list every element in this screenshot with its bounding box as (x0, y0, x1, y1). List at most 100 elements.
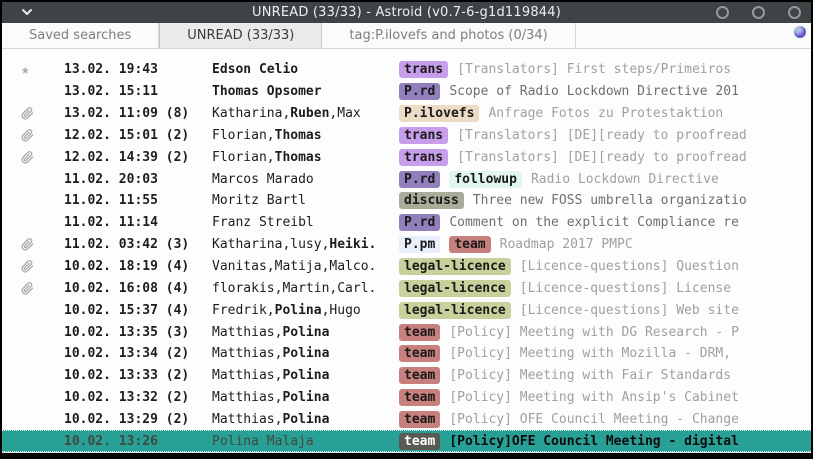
thread-row[interactable]: 10.02. 13:32 (2)Matthias,Polinateam[Poli… (2, 387, 811, 409)
thread-row[interactable]: 10.02. 13:34 (2)Matthias,Polinateam[Poli… (2, 343, 811, 365)
thread-row[interactable]: 10.02. 18:19 (4)Vanitas,Matija,Malco.leg… (2, 256, 811, 278)
paperclip-icon (2, 151, 46, 164)
tab-unread-33-33[interactable]: UNREAD (33/33) (159, 23, 322, 48)
thread-row[interactable]: 13.02. 15:11Thomas OpsomerP.rdScope of R… (2, 81, 811, 103)
thread-row[interactable]: 10.02. 13:29 (2)Matthias,Polinateam[Poli… (2, 409, 811, 431)
tag-chip-legal-licence: legal-licence (399, 280, 511, 297)
paperclip-icon (2, 107, 46, 120)
thread-date: 11.02. 11:14 (46, 215, 212, 230)
star-icon: ★ (2, 63, 46, 77)
thread-subject: [Policy] Meeting with DG Research - P (449, 325, 739, 340)
tag-chip-team: team (399, 345, 440, 362)
tag-chip-team: team (399, 324, 440, 341)
thread-senders: Matthias,Polina (212, 368, 399, 383)
thread-date: 11.02. 20:03 (46, 172, 212, 187)
tab-strip: Saved searchesUNREAD (33/33)tag:P.ilovef… (2, 23, 576, 48)
tag-chip-team: team (449, 236, 490, 253)
thread-main: P.pm team Roadmap 2017 PMPC (399, 236, 811, 253)
thread-main: trans[Translators] [DE][ready to proofre… (399, 127, 811, 144)
minimize-button[interactable] (716, 6, 729, 19)
thread-main: team [Policy] OFE Council Meeting - Chang… (399, 411, 811, 428)
thread-row[interactable]: 10.02. 13:35 (3)Matthias,Polinateam[Poli… (2, 321, 811, 343)
thread-date: 10.02. 16:08 (4) (46, 281, 212, 296)
thread-senders: Matthias,Polina (212, 390, 399, 405)
thread-row[interactable]: ★13.02. 19:43Edson Celiotrans [Translator… (2, 59, 811, 81)
title-bar: UNREAD (33/33) - Astroid (v0.7-6-g1d1198… (2, 2, 811, 23)
thread-subject: [Policy]OFE Council Meeting - digital (449, 434, 739, 449)
thread-subject: Roadmap 2017 PMPC (500, 237, 633, 252)
thread-date: 12.02. 15:01 (2) (46, 128, 212, 143)
tag-chip-p-rd: P.rd (399, 83, 440, 100)
thread-subject: [Translators] First steps/Primeiros (457, 62, 731, 77)
tag-chip-p-ilovefs: P.ilovefs (399, 105, 479, 122)
thread-subject: [Translators] [DE][ready to proofread (457, 150, 747, 165)
thread-subject: [Policy] OFE Council Meeting - Change (449, 412, 739, 427)
thread-senders: Katharina,Ruben,Max (212, 106, 399, 121)
thread-row[interactable]: 10.02. 13:26Polina Malajateam[Policy]OFE… (2, 430, 811, 452)
thread-subject: Anfrage Fotos zu Protestaktion (488, 106, 723, 121)
thread-main: P.rdComment on the explicit Compliance r… (399, 214, 811, 231)
thread-subject: [Licence-questions] Web site (520, 303, 739, 318)
thread-date: 11.02. 03:42 (3) (46, 237, 212, 252)
tag-chip-team: team (399, 411, 440, 428)
thread-main: team [Policy] Meeting with DG Research - … (399, 324, 811, 341)
thread-senders: florakis,Martin,Carl. (212, 281, 399, 296)
thread-main: P.rdfollowupRadio Lockdown Directive (399, 171, 811, 188)
thread-date: 12.02. 14:39 (2) (46, 150, 212, 165)
thread-date: 10.02. 13:35 (3) (46, 325, 212, 340)
thread-senders: Thomas Opsomer (212, 84, 399, 99)
thread-row[interactable]: 13.02. 11:09 (8)Katharina,Ruben,MaxP.ilo… (2, 103, 811, 125)
close-button[interactable] (788, 6, 801, 19)
tag-chip-p-pm: P.pm (399, 236, 440, 253)
tab-saved-searches[interactable]: Saved searches (2, 23, 159, 48)
thread-date: 10.02. 13:32 (2) (46, 390, 212, 405)
thread-main: legal-licence[Licence-questions] Web sit… (399, 302, 811, 319)
thread-row[interactable]: 11.02. 11:14Franz StreiblP.rdComment on … (2, 212, 811, 234)
tab-tag-p-ilovefs-and-photos-0-34[interactable]: tag:P.ilovefs and photos (0/34) (322, 23, 575, 48)
tag-chip-trans: trans (399, 127, 448, 144)
thread-row[interactable]: 11.02. 03:42 (3)Katharina,lusy,Heiki.P.p… (2, 234, 811, 256)
thread-main: trans [Translators] First steps/Primeiros (399, 61, 811, 78)
thread-senders: Edson Celio (212, 62, 399, 77)
thread-main: P.rdScope of Radio Lockdown Directive 20… (399, 83, 811, 100)
tag-chip-trans: trans (399, 149, 448, 166)
thread-row[interactable]: 12.02. 15:01 (2)Florian,Thomastrans[Tran… (2, 125, 811, 147)
thread-date: 10.02. 15:37 (4) (46, 303, 212, 318)
thread-date: 13.02. 19:43 (46, 62, 212, 77)
thread-row[interactable]: 11.02. 11:55Moritz BartldiscussThree new… (2, 190, 811, 212)
maximize-button[interactable] (752, 6, 765, 19)
thread-date: 10.02. 13:34 (2) (46, 346, 212, 361)
window-title: UNREAD (33/33) - Astroid (v0.7-6-g1d1198… (2, 5, 811, 20)
tag-chip-team: team (399, 367, 440, 384)
thread-row[interactable]: 11.02. 20:03Marcos MaradoP.rdfollowupRad… (2, 168, 811, 190)
chevron-down-icon[interactable] (20, 5, 34, 19)
tag-chip-p-rd: P.rd (399, 171, 440, 188)
thread-senders: Matthias,Polina (212, 412, 399, 427)
thread-senders: Vanitas,Matija,Malco. (212, 259, 399, 274)
thread-row[interactable]: 10.02. 13:33 (2)Matthias,Polinateam[Poli… (2, 365, 811, 387)
thread-main: trans [Translators] [DE][ready to proofre… (399, 149, 811, 166)
thread-main: legal-licence[Licence-questions] License (399, 280, 811, 297)
thread-subject: [Licence-questions] Question (520, 259, 739, 274)
thread-senders: Franz Streibl (212, 215, 399, 230)
thread-senders: Fredrik,Polina,Hugo (212, 303, 399, 318)
thread-senders: Florian,Thomas (212, 150, 399, 165)
thread-row[interactable]: 10.02. 15:37 (4)Fredrik,Polina,Hugolegal… (2, 299, 811, 321)
thread-row[interactable]: 10.02. 16:08 (4)florakis,Martin,Carl.leg… (2, 277, 811, 299)
thread-list: ★13.02. 19:43Edson Celiotrans[Translator… (2, 49, 811, 452)
tag-chip-p-rd: P.rd (399, 214, 440, 231)
thread-main: discussThree new FOSS umbrella organizat… (399, 192, 811, 209)
tag-chip-followup: followup (449, 171, 522, 188)
thread-senders: Polina Malaja (212, 434, 399, 449)
thread-row[interactable]: 12.02. 14:39 (2)Florian,Thomastrans [Tran… (2, 146, 811, 168)
thread-main: team[Policy] Meeting with Ansip's Cabine… (399, 389, 811, 406)
thread-date: 10.02. 13:33 (2) (46, 368, 212, 383)
thread-main: P.ilovefs Anfrage Fotos zu Protestaktion (399, 105, 811, 122)
paperclip-icon (2, 260, 46, 273)
astroid-window: UNREAD (33/33) - Astroid (v0.7-6-g1d1198… (0, 0, 813, 459)
tag-chip-trans: trans (399, 61, 448, 78)
paperclip-icon (2, 238, 46, 251)
thread-main: legal-licence[Licence-questions] Questio… (399, 258, 811, 275)
thread-date: 13.02. 15:11 (46, 84, 212, 99)
paperclip-icon (2, 129, 46, 142)
